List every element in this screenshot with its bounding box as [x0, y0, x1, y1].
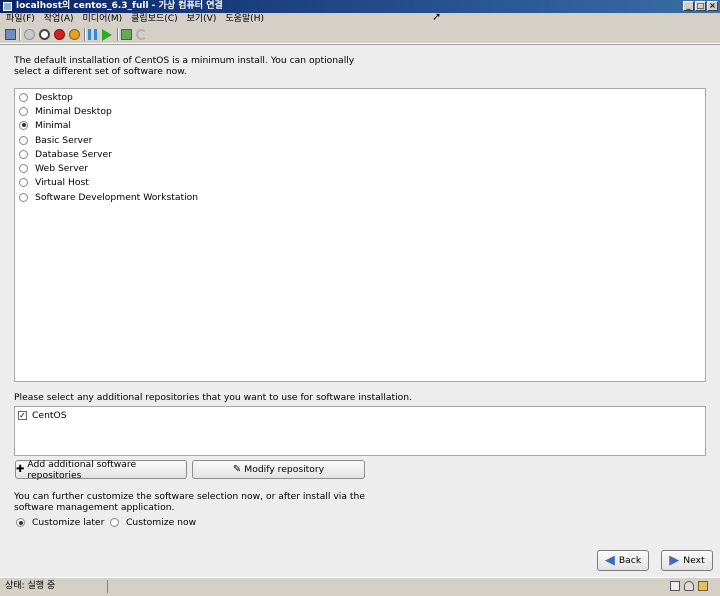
minimize-button[interactable]: _ — [683, 1, 694, 11]
menu-media[interactable]: 미디어(M) — [77, 13, 126, 26]
radio-icon — [19, 92, 28, 102]
turn-off-icon[interactable] — [39, 29, 50, 40]
save-state-icon[interactable] — [69, 29, 80, 40]
checkbox-checked-icon: ✓ — [18, 410, 27, 420]
app-icon — [3, 2, 12, 11]
toolbar-separator — [84, 28, 86, 41]
radio-icon — [19, 192, 28, 202]
option-database-server[interactable]: Database Server — [19, 147, 112, 161]
status-text: 상태: 실행 중 — [2, 580, 108, 593]
customize-later-label: Customize later — [32, 517, 105, 528]
repository-list: ✓ CentOS — [14, 406, 706, 456]
radio-icon — [19, 149, 28, 159]
maximize-button[interactable]: □ — [695, 1, 706, 11]
lock-icon — [698, 581, 708, 591]
menubar: 파일(F) 작업(A) 미디어(M) 클립보드(C) 보기(V) 도움말(H) — [0, 13, 720, 26]
mouse-cursor-icon: ➚ — [432, 10, 442, 23]
add-repository-label: Add additional software repositories — [27, 458, 137, 481]
radio-icon — [19, 177, 28, 187]
ctrl-alt-del-icon[interactable] — [5, 29, 16, 40]
customize-now-label: Customize now — [126, 517, 197, 528]
window-controls: _ □ × — [683, 1, 718, 11]
toolbar — [0, 26, 720, 44]
close-button[interactable]: × — [707, 1, 718, 11]
software-set-list: Desktop Minimal Desktop Minimal Basic Se… — [14, 88, 706, 382]
customize-later-option[interactable]: Customize later — [16, 517, 104, 528]
option-minimal-desktop[interactable]: Minimal Desktop — [19, 104, 112, 118]
menu-view[interactable]: 보기(V) — [181, 13, 220, 26]
shutdown-icon[interactable] — [54, 29, 65, 40]
arrow-right-icon: ▶ — [669, 552, 680, 568]
back-label: Back — [618, 555, 642, 566]
window-title: localhost의 centos_6.3_full - 가상 컴퓨터 연결 — [16, 1, 223, 11]
statusbar: 상태: 실행 중 — [0, 577, 720, 596]
modify-repository-button[interactable]: ✎ Modify repository — [192, 460, 365, 479]
repo-item-centos[interactable]: ✓ CentOS — [18, 408, 67, 422]
modify-repository-label: Modify repository — [244, 464, 325, 475]
option-basic-server[interactable]: Basic Server — [19, 133, 92, 147]
radio-icon — [19, 163, 28, 173]
radio-icon — [110, 518, 119, 527]
radio-icon — [19, 106, 28, 116]
menu-clipboard[interactable]: 클립보드(C) — [125, 13, 180, 26]
add-repository-button[interactable]: ✚ Add additional software repositories — [15, 458, 187, 481]
arrow-left-icon: ◀ — [604, 552, 615, 568]
option-label: Basic Server — [35, 134, 93, 146]
plus-icon: ✚ — [16, 464, 25, 475]
customize-now-option[interactable]: Customize now — [110, 517, 196, 528]
option-label: Minimal Desktop — [35, 105, 112, 117]
edit-icon: ✎ — [232, 464, 242, 475]
menu-help[interactable]: 도움말(H) — [219, 13, 267, 26]
option-label: Minimal — [35, 119, 71, 131]
further-customize-text: You can further customize the software s… — [14, 491, 365, 513]
next-button[interactable]: ▶ Next — [661, 550, 713, 571]
toolbar-separator — [19, 28, 21, 41]
radio-selected-icon — [16, 518, 25, 527]
option-label: Software Development Workstation — [35, 191, 199, 203]
option-label: Web Server — [35, 162, 89, 174]
option-minimal[interactable]: Minimal — [19, 118, 71, 132]
menu-file[interactable]: 파일(F) — [0, 13, 38, 26]
repo-label: CentOS — [32, 409, 67, 421]
option-label: Desktop — [35, 91, 73, 103]
intro-text: The default installation of CentOS is a … — [14, 55, 355, 77]
resume-icon[interactable] — [102, 29, 112, 41]
option-label: Database Server — [35, 148, 112, 160]
radio-selected-icon — [19, 120, 28, 130]
start-icon[interactable] — [24, 29, 35, 40]
option-software-development-workstation[interactable]: Software Development Workstation — [19, 190, 198, 204]
option-label: Virtual Host — [35, 176, 89, 188]
back-button[interactable]: ◀ Back — [597, 550, 649, 571]
option-virtual-host[interactable]: Virtual Host — [19, 175, 89, 189]
repo-prompt: Please select any additional repositorie… — [14, 392, 413, 403]
option-web-server[interactable]: Web Server — [19, 161, 88, 175]
mouse-icon — [684, 581, 694, 591]
installer-panel: The default installation of CentOS is a … — [0, 44, 720, 577]
radio-icon — [19, 135, 28, 145]
next-label: Next — [683, 555, 705, 566]
snapshot-icon[interactable] — [121, 29, 132, 40]
keyboard-icon — [670, 581, 680, 591]
window-titlebar[interactable]: localhost의 centos_6.3_full - 가상 컴퓨터 연결 _… — [0, 0, 720, 13]
revert-icon[interactable] — [136, 29, 147, 40]
pause-icon[interactable] — [88, 29, 97, 40]
menu-action[interactable]: 작업(A) — [38, 13, 77, 26]
toolbar-separator — [117, 28, 119, 41]
option-desktop[interactable]: Desktop — [19, 90, 73, 104]
